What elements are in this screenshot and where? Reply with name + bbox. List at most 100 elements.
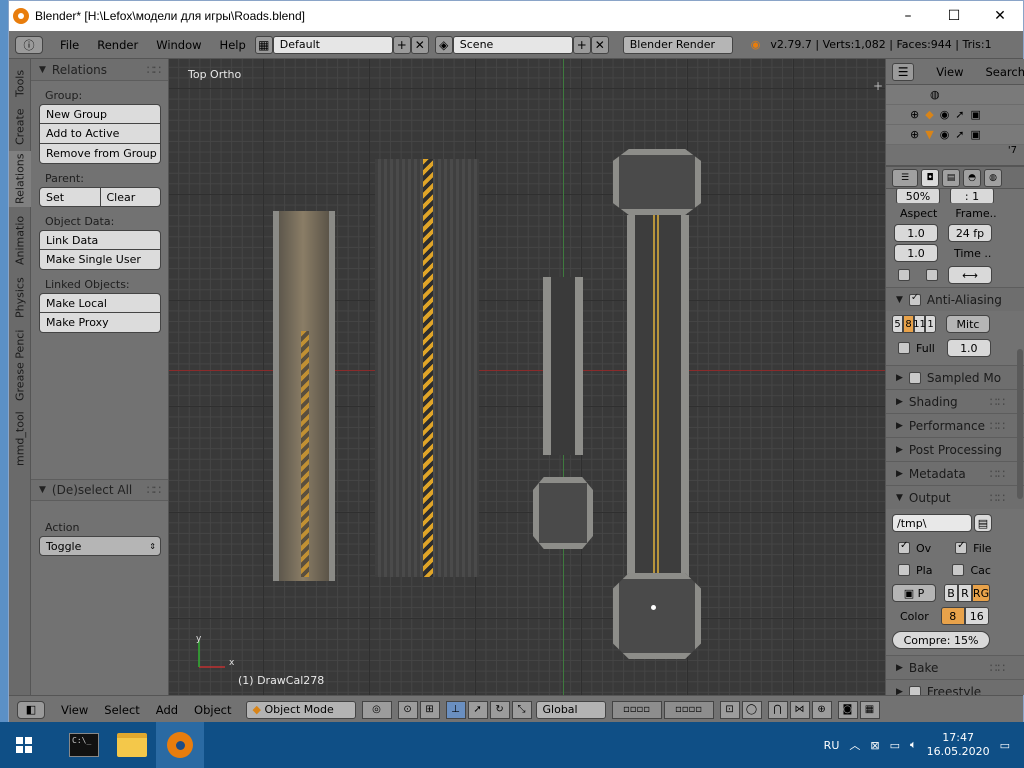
add-layout-icon[interactable]: + [392, 35, 411, 54]
properties-editor-icon[interactable]: ☰ [892, 168, 918, 187]
render-animation-icon[interactable]: ▦ [859, 700, 880, 719]
drag-grip-icon[interactable]: ∷∷ [990, 419, 1005, 433]
volume-icon[interactable]: 🔈︎ [910, 738, 917, 752]
outliner-row-object[interactable]: ⊕ ◆ ◉ ➚ ▣ [886, 105, 1024, 125]
intersection-pad-top[interactable] [613, 149, 701, 215]
drag-grip-icon[interactable]: ∷∷ [990, 491, 1005, 505]
3d-viewport[interactable]: Top Ortho + x y (1) DrawCal278 [169, 59, 885, 695]
properties-scrollbar[interactable] [1017, 349, 1023, 499]
scene-field[interactable]: Scene [452, 35, 573, 54]
output-path-field[interactable]: /tmp\ [892, 514, 972, 532]
performance-header[interactable]: ▶ Performance ∷∷ [886, 413, 1024, 437]
screen-layout-icon[interactable]: ▦ [254, 35, 273, 54]
anti-aliasing-checkbox[interactable] [908, 292, 921, 306]
scene-tab-icon[interactable]: ◓ [963, 168, 981, 187]
tab-relations[interactable]: Relations [9, 151, 31, 207]
menu-help[interactable]: Help [211, 38, 255, 52]
menu-view[interactable]: View [53, 703, 96, 717]
outliner-row-mesh[interactable]: ⊕ ▼ ◉ ➚ ▣ [886, 125, 1024, 145]
visibility-eye-icon[interactable]: ◉ [940, 108, 950, 121]
color-bw-button[interactable]: B [944, 584, 958, 602]
remove-layout-icon[interactable]: ✕ [410, 35, 429, 54]
translate-icon[interactable]: ➚ [467, 700, 488, 719]
output-header[interactable]: ▼ Output ∷∷ [886, 485, 1024, 509]
filter-size-field[interactable]: 1.0 [946, 339, 991, 357]
aa-sample-11[interactable]: 11 [913, 315, 926, 333]
language-indicator[interactable]: RU [824, 739, 840, 752]
outliner-search-menu[interactable]: Search [985, 65, 1024, 79]
full-sample-checkbox[interactable] [898, 342, 910, 354]
new-group-button[interactable]: New Group [39, 104, 161, 124]
screen-layout-field[interactable]: Default [272, 35, 393, 54]
snap-element-icon[interactable]: ⋈ [789, 700, 810, 719]
parent-clear-button[interactable]: Clear [100, 187, 161, 207]
transform-manipulator-icon[interactable]: ⊥ [445, 700, 466, 719]
layers-grid-2[interactable]: ▫▫▫▫ [663, 700, 714, 719]
road-asphalt-mesh[interactable] [375, 159, 479, 577]
crop-checkbox[interactable] [926, 269, 938, 281]
remove-from-group-button[interactable]: Remove from Group [39, 144, 161, 164]
drag-grip-icon[interactable]: ∷∷ [990, 467, 1005, 481]
manipulator-icon[interactable]: ⊞ [419, 700, 440, 719]
depth-8-button[interactable]: 8 [940, 607, 965, 625]
anti-aliasing-header[interactable]: ▼ Anti-Aliasing [886, 287, 1024, 311]
tab-animation[interactable]: Animatio [9, 209, 31, 271]
metadata-header[interactable]: ▶ Metadata ∷∷ [886, 461, 1024, 485]
add-scene-icon[interactable]: + [572, 35, 591, 54]
show-hidden-icons-icon[interactable]: ︿ [849, 737, 860, 753]
selectable-cursor-icon[interactable]: ➚ [955, 128, 964, 141]
color-rgb-button[interactable]: R [958, 584, 972, 602]
border-checkbox[interactable] [898, 269, 910, 281]
render-engine-select[interactable]: Blender Render [622, 35, 733, 54]
tab-grease-pencil[interactable]: Grease Penci [9, 325, 31, 405]
aa-filter-select[interactable]: Mitc [946, 315, 990, 333]
color-rgba-button[interactable]: RG [972, 584, 990, 602]
display-icon[interactable]: ▭ [890, 739, 900, 752]
aa-sample-16[interactable]: 1 [925, 315, 936, 333]
shading-header[interactable]: ▶ Shading ∷∷ [886, 389, 1024, 413]
rotate-icon[interactable]: ↻ [489, 700, 510, 719]
snap-icon[interactable]: ⋂ [767, 700, 788, 719]
render-camera-icon[interactable]: ◙ [837, 700, 858, 719]
parent-set-button[interactable]: Set [39, 187, 101, 207]
fps-select[interactable]: 24 fp [948, 224, 992, 242]
menu-select[interactable]: Select [96, 703, 147, 717]
clock[interactable]: 17:47 16.05.2020 [927, 731, 990, 759]
mode-select[interactable]: ◆ Object Mode [245, 700, 356, 719]
road-long-mesh[interactable] [627, 215, 689, 577]
resolution-percent-field[interactable]: 50% [896, 189, 940, 203]
snap-target-icon[interactable]: ⊕ [811, 700, 832, 719]
proportional-edit-icon[interactable]: ◯ [741, 700, 762, 719]
placeholders-checkbox[interactable] [898, 564, 910, 576]
notifications-icon[interactable]: ▭ [1000, 739, 1010, 752]
menu-render[interactable]: Render [88, 38, 147, 52]
action-select[interactable]: Toggle ⇕ [39, 536, 161, 556]
scale-icon[interactable]: ⤡ [511, 700, 532, 719]
deselect-panel-header[interactable]: ▼ (De)select All ∷∷ [31, 479, 168, 501]
tab-tools[interactable]: Tools [9, 63, 31, 103]
sampled-motion-header[interactable]: ▶ Sampled Mo [886, 365, 1024, 389]
depth-16-button[interactable]: 16 [964, 607, 989, 625]
minimize-button[interactable]: – [885, 1, 931, 31]
expand-icon[interactable]: ⊕ [910, 108, 919, 121]
make-proxy-button[interactable]: Make Proxy [39, 313, 161, 333]
editor-type-info-icon[interactable]: ⓘ [15, 35, 43, 54]
drag-grip-icon[interactable]: ∷∷ [147, 483, 161, 497]
network-icon[interactable]: ⊠ [870, 739, 879, 752]
windows-start-icon[interactable] [0, 722, 48, 768]
relations-panel-header[interactable]: ▼ Relations ∷∷ [31, 59, 168, 81]
tab-mmd-tool[interactable]: mmd_tool [9, 407, 31, 471]
drag-grip-icon[interactable]: ∷∷ [990, 661, 1005, 675]
add-to-active-button[interactable]: Add to Active [39, 124, 161, 144]
tab-create[interactable]: Create [9, 105, 31, 149]
remove-scene-icon[interactable]: ✕ [590, 35, 609, 54]
menu-object[interactable]: Object [186, 703, 239, 717]
lock-layers-icon[interactable]: ⊡ [719, 700, 740, 719]
drag-grip-icon[interactable]: ∷∷ [990, 395, 1005, 409]
make-local-button[interactable]: Make Local [39, 293, 161, 313]
folder-browse-icon[interactable]: ▤ [974, 514, 992, 532]
editor-type-3dview-icon[interactable]: ◧ [17, 700, 45, 719]
make-single-user-button[interactable]: Make Single User [39, 250, 161, 270]
maximize-button[interactable]: ☐ [931, 1, 977, 31]
intersection-pad-bottom[interactable] [613, 573, 701, 659]
